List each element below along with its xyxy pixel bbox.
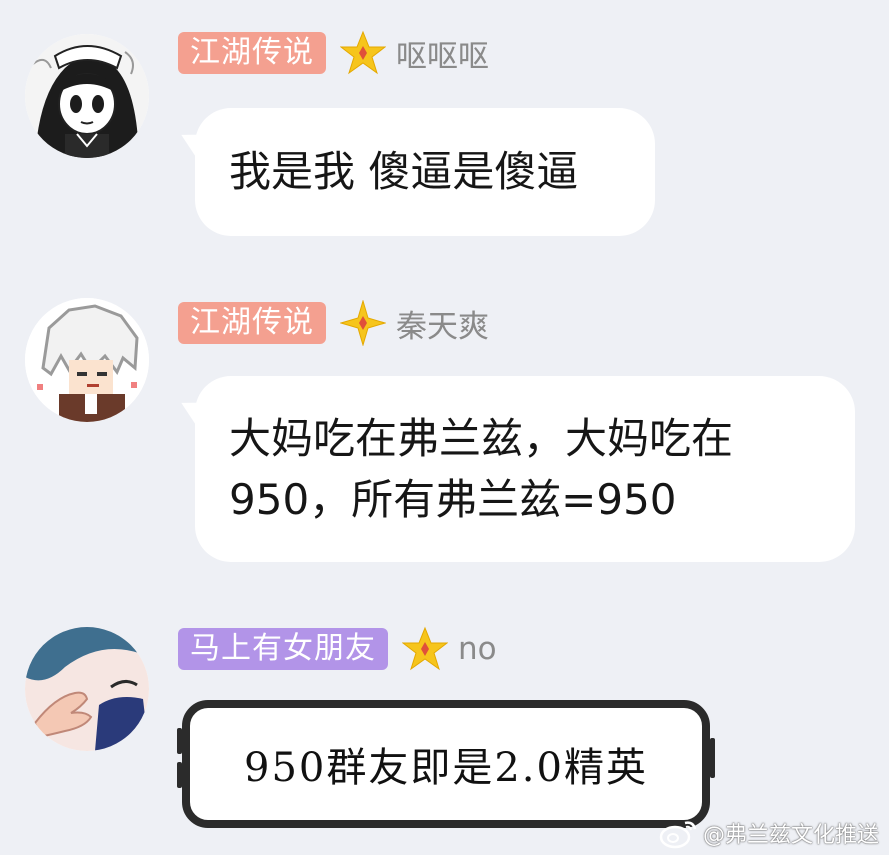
- message-header: 马上有女朋友 no: [178, 626, 497, 671]
- star-icon: [402, 626, 448, 671]
- message-header: 江湖传说 呕呕呕: [178, 30, 489, 75]
- phone-side-button: [710, 738, 715, 778]
- title-badge: 马上有女朋友: [178, 628, 388, 670]
- watermark: @弗兰兹文化推送: [659, 817, 879, 849]
- manga-girl-avatar: [25, 34, 149, 158]
- chat-window: 江湖传说 呕呕呕 我是我 傻逼是傻逼 江湖传说 秦天爽 大妈吃在弗兰兹，大妈吃在…: [0, 0, 889, 855]
- nickname: 呕呕呕: [396, 38, 489, 75]
- message-text-line: 950，所有弗兰兹=950: [229, 475, 677, 524]
- anime-hand-avatar: [25, 627, 149, 751]
- nickname: no: [458, 631, 497, 667]
- watermark-text: @弗兰兹文化推送: [702, 823, 879, 848]
- message-text: 950群友即是2.0精英: [244, 745, 648, 791]
- avatar[interactable]: [25, 34, 149, 158]
- star-icon: [340, 30, 386, 75]
- message-text-line: 大妈吃在弗兰兹，大妈吃在: [229, 414, 734, 463]
- avatar[interactable]: [25, 627, 149, 751]
- phone-side-button: [177, 728, 182, 754]
- title-badge: 江湖传说: [178, 302, 326, 344]
- message-text: 我是我 傻逼是傻逼: [229, 147, 579, 196]
- weibo-icon: [659, 821, 697, 849]
- nickname: 秦天爽: [396, 308, 489, 345]
- message-bubble[interactable]: 我是我 傻逼是傻逼: [195, 108, 655, 236]
- title-badge: 江湖传说: [178, 32, 326, 74]
- phone-side-button: [177, 762, 182, 788]
- message-header: 江湖传说 秦天爽: [178, 300, 489, 346]
- star-icon: [340, 300, 386, 346]
- message-bubble[interactable]: 大妈吃在弗兰兹，大妈吃在 950，所有弗兰兹=950: [195, 376, 855, 562]
- message-bubble[interactable]: 950群友即是2.0精英: [177, 700, 715, 828]
- pixel-white-hair-avatar: [25, 298, 149, 422]
- avatar[interactable]: [25, 298, 149, 422]
